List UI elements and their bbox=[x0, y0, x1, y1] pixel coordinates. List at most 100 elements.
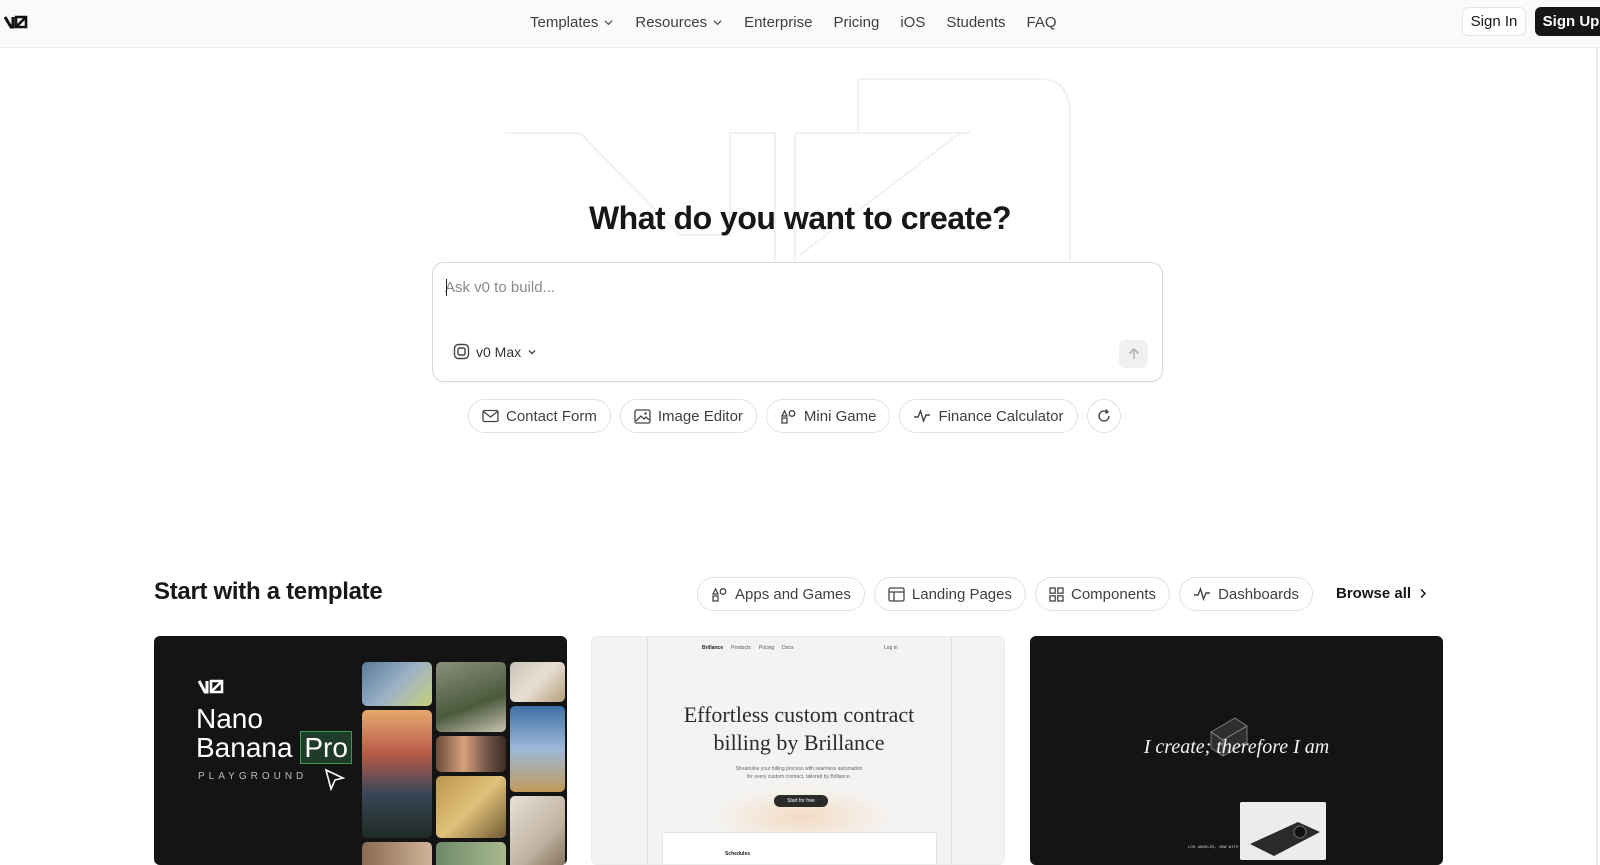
activity-icon bbox=[914, 409, 931, 423]
nav-faq[interactable]: FAQ bbox=[1027, 14, 1057, 31]
card-title-line1: Nano bbox=[196, 703, 263, 734]
nav-templates[interactable]: Templates bbox=[530, 14, 614, 31]
photo-leaves bbox=[362, 662, 432, 706]
model-selector[interactable]: v0 Max bbox=[453, 343, 537, 360]
nav-students[interactable]: Students bbox=[946, 14, 1005, 31]
grid-icon bbox=[1049, 586, 1064, 602]
suggestion-mini-game[interactable]: Mini Game bbox=[765, 399, 891, 433]
filter-landing-pages[interactable]: Landing Pages bbox=[873, 577, 1026, 611]
v0-logo-icon bbox=[197, 679, 224, 694]
suggestion-finance-calculator[interactable]: Finance Calculator bbox=[899, 399, 1078, 433]
headline-line2: billing by Brillance bbox=[713, 730, 885, 755]
nav-enterprise[interactable]: Enterprise bbox=[744, 14, 812, 31]
panel-title: Schedules bbox=[725, 851, 751, 857]
suggestion-label: Contact Form bbox=[506, 407, 597, 425]
photo-products bbox=[436, 776, 506, 838]
mini-cta-button: Start for free bbox=[774, 795, 828, 807]
mini-login: Log in bbox=[884, 645, 898, 651]
mini-brand: Brillance bbox=[702, 645, 724, 651]
card-title: Nano Banana Pro bbox=[196, 703, 352, 764]
template-card-i-create[interactable]: I create; therefore I am LOS ANGELES, NO… bbox=[1030, 636, 1443, 865]
chevron-down-icon bbox=[528, 349, 536, 354]
templates-section-title: Start with a template bbox=[154, 578, 383, 605]
card-body-text: Streamline your billing process with sea… bbox=[724, 765, 874, 781]
nav-ios-label: iOS bbox=[900, 13, 926, 31]
filter-apps-and-games[interactable]: Apps and Games bbox=[697, 577, 865, 611]
photo-coffee bbox=[510, 796, 565, 865]
filter-label: Components bbox=[1071, 585, 1157, 603]
nav-pricing-label: Pricing bbox=[833, 13, 880, 31]
shapes-icon bbox=[780, 409, 796, 424]
mini-nav-item: Products bbox=[731, 645, 751, 651]
photo-trees bbox=[436, 662, 506, 732]
arrow-up-icon bbox=[1128, 347, 1139, 359]
hero-title: What do you want to create? bbox=[588, 200, 1012, 236]
refresh-suggestions-button[interactable] bbox=[1086, 399, 1121, 433]
main-nav: Templates Resources Enterprise Pricing i… bbox=[530, 0, 1057, 44]
template-card-nano-banana[interactable]: Nano Banana Pro PLAYGROUND bbox=[154, 636, 567, 865]
sign-in-button[interactable]: Sign In bbox=[1462, 7, 1526, 36]
nav-pricing[interactable]: Pricing bbox=[833, 14, 879, 31]
cursor-icon bbox=[324, 768, 346, 792]
headline-line1: Effortless custom contract bbox=[683, 702, 915, 727]
photo-portrait bbox=[362, 842, 432, 865]
mini-nav: Brillance Products Pricing Docs bbox=[702, 645, 794, 651]
layout-icon bbox=[888, 586, 905, 602]
suggestion-image-editor[interactable]: Image Editor bbox=[619, 399, 757, 433]
image-icon bbox=[634, 408, 651, 424]
chevron-down-icon bbox=[604, 19, 613, 25]
nav-templates-label: Templates bbox=[530, 13, 599, 31]
suggestion-label: Finance Calculator bbox=[938, 407, 1064, 425]
chevron-right-icon bbox=[1420, 588, 1427, 599]
mail-icon bbox=[482, 409, 499, 423]
filter-components[interactable]: Components bbox=[1035, 577, 1171, 611]
chevron-down-icon bbox=[713, 19, 722, 25]
suggestion-contact-form[interactable]: Contact Form bbox=[468, 399, 611, 433]
browse-all-link[interactable]: Browse all bbox=[1336, 585, 1427, 602]
photo-succulents bbox=[436, 842, 506, 865]
nav-faq-label: FAQ bbox=[1026, 13, 1057, 31]
body-line2: for every custom contract, tailored by B… bbox=[747, 774, 851, 780]
camera-icon bbox=[1240, 802, 1326, 860]
filter-dashboards[interactable]: Dashboards bbox=[1179, 577, 1313, 611]
top-navigation-bar: Templates Resources Enterprise Pricing i… bbox=[0, 0, 1600, 48]
refresh-icon bbox=[1097, 409, 1110, 422]
photo-people bbox=[436, 736, 506, 772]
suggestion-label: Mini Game bbox=[803, 407, 877, 425]
card-headline: Effortless custom contract billing by Br… bbox=[592, 701, 1004, 757]
suggestion-label: Image Editor bbox=[657, 407, 743, 425]
filter-label: Apps and Games bbox=[735, 585, 851, 603]
activity-icon bbox=[1194, 587, 1211, 601]
photo-bottles bbox=[510, 662, 565, 702]
nav-enterprise-label: Enterprise bbox=[744, 13, 813, 31]
body-line1: Streamline your billing process with sea… bbox=[735, 766, 863, 772]
template-filters: Apps and Games Landing Pages Components … bbox=[697, 577, 1313, 611]
pro-badge: Pro bbox=[300, 731, 352, 764]
shapes-icon bbox=[711, 587, 727, 602]
card-title-line2: Banana Pro bbox=[196, 731, 352, 764]
text-caret bbox=[446, 279, 447, 296]
mini-nav-item: Docs bbox=[782, 645, 794, 651]
filter-label: Dashboards bbox=[1218, 585, 1299, 603]
template-card-brillance[interactable]: Brillance Products Pricing Docs Log in E… bbox=[591, 636, 1005, 865]
photo-clouds bbox=[510, 706, 565, 792]
nav-students-label: Students bbox=[946, 13, 1006, 31]
browse-all-label: Browse all bbox=[1336, 585, 1412, 602]
prompt-box: v0 Max bbox=[432, 262, 1163, 382]
nav-resources[interactable]: Resources bbox=[635, 14, 723, 31]
mini-nav-item: Pricing bbox=[758, 645, 775, 651]
send-button[interactable] bbox=[1119, 340, 1148, 368]
photo-collage bbox=[362, 662, 567, 865]
prompt-input[interactable] bbox=[445, 275, 1085, 299]
suggestion-chips: Contact Form Image Editor Mini Game Fina… bbox=[468, 399, 1121, 433]
photo-sunset-lake bbox=[362, 710, 432, 838]
nav-resources-label: Resources bbox=[635, 13, 708, 31]
card-logo bbox=[197, 678, 232, 701]
camera-photo bbox=[1240, 802, 1326, 860]
scrollbar-track[interactable] bbox=[1596, 48, 1598, 865]
sign-up-button[interactable]: Sign Up bbox=[1535, 7, 1600, 36]
nav-ios[interactable]: iOS bbox=[900, 14, 925, 31]
filter-label: Landing Pages bbox=[911, 585, 1012, 603]
v0-logo-icon[interactable] bbox=[4, 11, 34, 33]
model-chip-icon bbox=[453, 343, 470, 360]
